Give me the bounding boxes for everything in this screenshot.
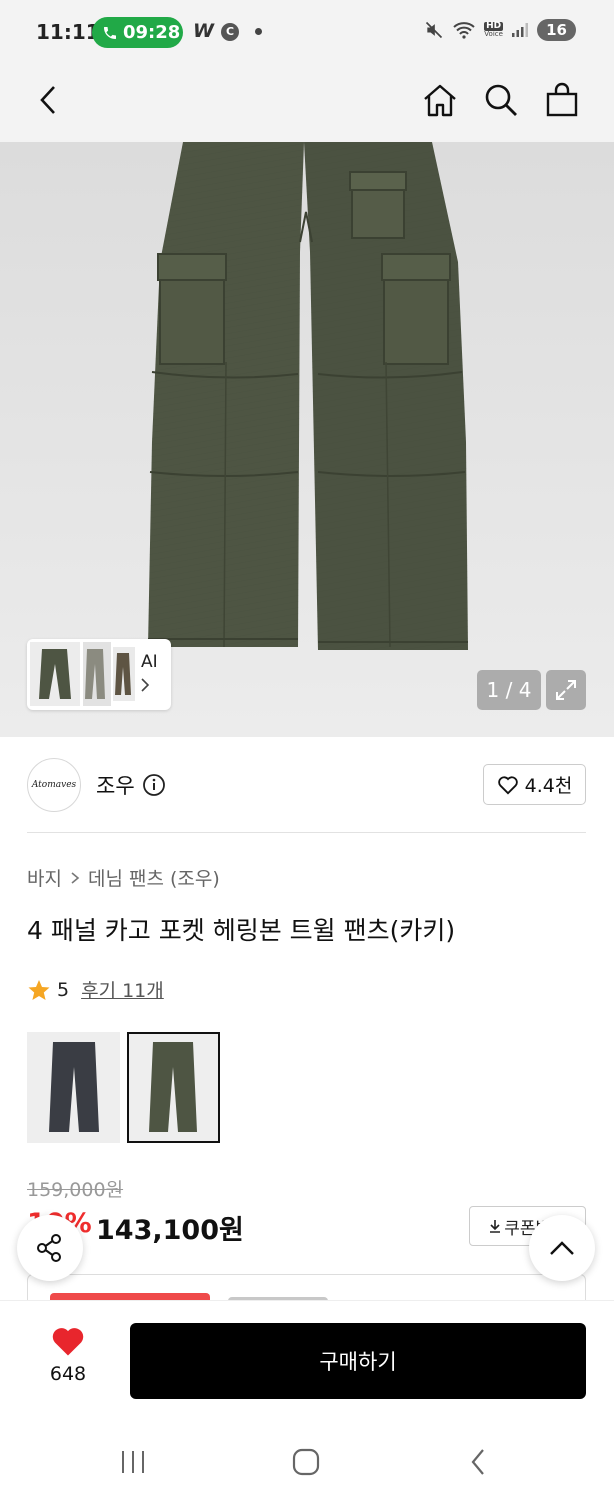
battery-indicator: 16 (537, 19, 576, 41)
heart-outline-icon (497, 775, 518, 794)
product-rating[interactable]: 5 후기 11개 (27, 976, 164, 1003)
phone-icon (104, 26, 116, 39)
product-image-gallery[interactable]: AI 1 / 4 (0, 142, 614, 737)
back-nav-button[interactable] (458, 1445, 498, 1479)
status-time: 11:11 (36, 20, 100, 44)
breadcrumb: 바지 데님 팬츠 (조우) (27, 864, 220, 891)
status-icons: HD Voice 16 (424, 19, 576, 41)
scroll-top-button[interactable] (529, 1215, 595, 1281)
brand-logo[interactable]: Atomaves (27, 758, 81, 812)
review-count-link[interactable]: 후기 11개 (81, 976, 164, 1003)
hd-voice-icon: HD Voice (484, 22, 504, 38)
image-counter: 1 / 4 (477, 670, 541, 710)
chevron-right-icon (71, 871, 80, 884)
share-button[interactable] (17, 1215, 83, 1281)
download-icon (490, 1220, 501, 1233)
wishlist-count: 648 (49, 1363, 87, 1385)
call-time: 09:28 (123, 22, 181, 43)
shopping-bag-icon (546, 82, 578, 117)
call-indicator[interactable]: 09:28 (92, 17, 183, 48)
home-nav-button[interactable] (286, 1445, 326, 1479)
system-nav-bar (0, 1415, 614, 1500)
brand-like-button[interactable]: 4.4천 (483, 764, 586, 805)
star-icon (28, 979, 50, 1000)
home-icon (424, 84, 456, 117)
divider (27, 832, 586, 833)
breadcrumb-subcategory[interactable]: 데님 팬츠 (조우) (88, 864, 220, 891)
wishlist-button[interactable]: 648 (36, 1325, 100, 1385)
notification-dot (255, 28, 262, 35)
breadcrumb-category[interactable]: 바지 (27, 864, 62, 891)
brand-name[interactable]: 조우 (96, 770, 135, 800)
brand-like-count: 4.4천 (524, 775, 573, 797)
search-button[interactable] (479, 78, 523, 122)
product-title: 4 패널 카고 포켓 헤링본 트윌 팬츠(카키) (27, 916, 456, 945)
share-icon (37, 1234, 61, 1262)
swatch-image (129, 1034, 218, 1141)
back-arrow-icon (471, 1449, 484, 1475)
chevron-right-icon (140, 677, 150, 697)
app-w-indicator: W (193, 20, 214, 42)
app-c-indicator: C (221, 23, 239, 41)
heart-filled-icon (52, 1328, 84, 1356)
rating-score: 5 (57, 978, 70, 1001)
purchase-bar: 648 구매하기 (0, 1300, 614, 1415)
color-swatch-charcoal[interactable] (27, 1032, 120, 1143)
ai-recommend-card[interactable]: AI (27, 639, 171, 710)
original-price: 159,000원 (27, 1179, 124, 1201)
cart-button[interactable] (540, 78, 584, 122)
back-button[interactable] (26, 78, 70, 122)
sale-price: 143,100원 (96, 1215, 244, 1246)
ai-thumbnail-image (30, 642, 135, 706)
home-circle-icon (292, 1448, 320, 1476)
brand-logo-text: Atomaves (31, 780, 77, 790)
signal-icon (512, 23, 529, 37)
expand-icon (556, 680, 576, 700)
app-header (0, 64, 614, 142)
fullscreen-button[interactable] (546, 670, 586, 710)
chevron-up-icon (550, 1241, 574, 1255)
mute-icon (426, 21, 443, 39)
home-button[interactable] (418, 78, 462, 122)
buy-button[interactable]: 구매하기 (130, 1323, 586, 1399)
recent-apps-button[interactable] (113, 1445, 153, 1479)
search-icon (485, 84, 517, 116)
status-bar: 11:11 09:28 W C HD Voice 16 (0, 0, 614, 64)
voice-label: Voice (484, 30, 503, 38)
color-swatch-khaki-selected[interactable] (127, 1032, 220, 1143)
recent-apps-icon (122, 1451, 144, 1473)
ai-label: AI (141, 652, 158, 672)
info-icon[interactable] (142, 773, 166, 801)
chevron-left-icon (40, 86, 55, 114)
swatch-image (27, 1032, 120, 1143)
wifi-icon (453, 22, 475, 39)
